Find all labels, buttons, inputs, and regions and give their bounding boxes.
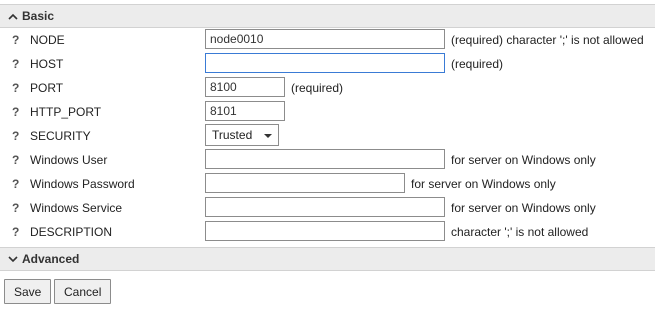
host-input[interactable]: [205, 53, 445, 73]
help-icon[interactable]: ?: [12, 201, 19, 215]
save-button[interactable]: Save: [4, 279, 52, 304]
basic-section-title: Basic: [22, 9, 55, 23]
node-hint: (required) character ';' is not allowed: [451, 33, 644, 47]
cancel-button[interactable]: Cancel: [54, 279, 112, 304]
windows-password-hint: for server on Windows only: [411, 177, 556, 191]
advanced-section-header[interactable]: Advanced: [0, 247, 655, 271]
help-icon[interactable]: ?: [12, 129, 19, 143]
basic-section-body: ? NODE (required) character ';' is not a…: [0, 28, 657, 246]
http-port-label: HTTP_PORT: [30, 105, 102, 119]
description-input[interactable]: [205, 221, 445, 241]
windows-user-hint: for server on Windows only: [451, 153, 596, 167]
http-port-row: ? HTTP_PORT: [0, 100, 657, 124]
dropdown-caret-icon: [264, 134, 272, 138]
windows-service-row: ? Windows Service for server on Windows …: [0, 196, 657, 220]
help-icon[interactable]: ?: [12, 33, 19, 47]
port-label: PORT: [30, 81, 64, 95]
help-icon[interactable]: ?: [12, 105, 19, 119]
host-hint: (required): [451, 57, 504, 71]
port-row: ? PORT (required): [0, 76, 657, 100]
help-icon[interactable]: ?: [12, 177, 19, 191]
node-input[interactable]: [205, 29, 445, 49]
host-label: HOST: [30, 57, 64, 71]
help-icon[interactable]: ?: [12, 153, 19, 167]
security-select[interactable]: Trusted: [205, 124, 279, 146]
description-label: DESCRIPTION: [30, 225, 113, 239]
help-icon[interactable]: ?: [12, 57, 19, 71]
windows-service-input[interactable]: [205, 197, 445, 217]
windows-password-input[interactable]: [205, 173, 405, 193]
help-icon[interactable]: ?: [12, 225, 19, 239]
basic-section-header[interactable]: Basic: [0, 4, 655, 28]
windows-password-row: ? Windows Password for server on Windows…: [0, 172, 657, 196]
node-row: ? NODE (required) character ';' is not a…: [0, 28, 657, 52]
windows-service-label: Windows Service: [30, 201, 123, 215]
port-input[interactable]: [205, 77, 285, 97]
security-row: ? SECURITY Trusted: [0, 124, 657, 148]
windows-password-label: Windows Password: [30, 177, 135, 191]
host-row: ? HOST (required): [0, 52, 657, 76]
chevron-up-icon: [4, 13, 22, 20]
security-selected-value: Trusted: [212, 128, 253, 142]
help-icon[interactable]: ?: [12, 81, 19, 95]
windows-user-input[interactable]: [205, 149, 445, 169]
description-row: ? DESCRIPTION character ';' is not allow…: [0, 220, 657, 244]
port-hint: (required): [291, 81, 344, 95]
chevron-down-icon: [4, 255, 22, 263]
description-hint: character ';' is not allowed: [451, 225, 589, 239]
windows-user-label: Windows User: [30, 153, 108, 167]
windows-user-row: ? Windows User for server on Windows onl…: [0, 148, 657, 172]
windows-service-hint: for server on Windows only: [451, 201, 596, 215]
advanced-section-title: Advanced: [22, 252, 80, 266]
http-port-input[interactable]: [205, 101, 285, 121]
security-label: SECURITY: [30, 129, 91, 143]
node-label: NODE: [30, 33, 65, 47]
